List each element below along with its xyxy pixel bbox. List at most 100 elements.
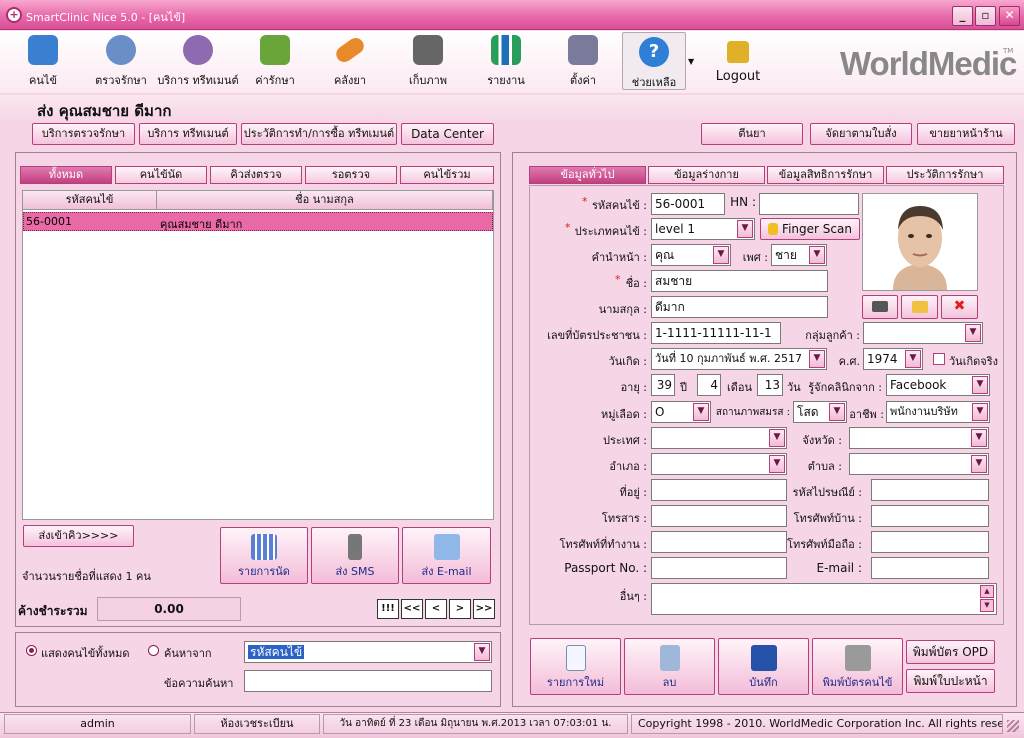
nav-first-button[interactable]: !!!: [377, 599, 399, 619]
tab-combined[interactable]: คนไข้รวม: [400, 166, 494, 184]
counter-sale-button[interactable]: ขายยาหน้าร้าน: [917, 123, 1015, 145]
delete-button[interactable]: ลบ: [624, 638, 715, 695]
save-button[interactable]: บันทึก: [718, 638, 809, 695]
resize-grip-icon[interactable]: [1007, 720, 1019, 732]
nav-last-button[interactable]: >>: [473, 599, 495, 619]
chevron-down-icon[interactable]: ▼: [713, 246, 729, 264]
print-cover-sheet-button[interactable]: พิมพ์ใบปะหน้า: [906, 669, 995, 693]
maximize-button[interactable]: ▫: [975, 6, 996, 26]
treatment-service-button[interactable]: บริการ ทรีทเมนต์: [139, 123, 237, 145]
country-select[interactable]: ▼: [651, 427, 787, 449]
data-center-button[interactable]: Data Center: [401, 123, 494, 145]
subdistrict-select[interactable]: ▼: [849, 453, 989, 475]
tab-queue[interactable]: คิวส่งตรวจ: [210, 166, 302, 184]
search-from-label[interactable]: ค้นหาจาก: [164, 644, 212, 662]
dob-picker[interactable]: วันที่ 10 กุมภาพันธ์ พ.ศ. 2517 ▼: [651, 348, 827, 370]
minimize-button[interactable]: _: [952, 6, 973, 26]
chevron-down-icon[interactable]: ▼: [737, 220, 753, 238]
print-patient-card-button[interactable]: พิมพ์บัตรคนไข้: [812, 638, 903, 695]
fax-input[interactable]: [651, 505, 787, 527]
home-phone-input[interactable]: [871, 505, 989, 527]
province-select[interactable]: ▼: [849, 427, 989, 449]
chevron-down-icon[interactable]: ▼: [809, 350, 825, 368]
prescription-button[interactable]: จัดยาตามใบสั่ง: [810, 123, 912, 145]
chevron-down-icon[interactable]: ▼: [474, 643, 490, 661]
chevron-down-icon[interactable]: ▼: [693, 403, 709, 421]
tab-appointments[interactable]: คนไข้นัด: [115, 166, 207, 184]
address-input[interactable]: [651, 479, 787, 501]
tab-general[interactable]: ข้อมูลทั่วไป: [529, 166, 646, 184]
last-name-input[interactable]: ดีมาก: [651, 296, 828, 318]
show-all-radio[interactable]: [26, 645, 37, 656]
examine-service-button[interactable]: บริการตรวจรักษา: [32, 123, 135, 145]
other-textarea[interactable]: [651, 583, 997, 615]
toolbar-help[interactable]: ? ช่วยเหลือ: [622, 32, 686, 90]
tab-waiting[interactable]: รอตรวจ: [305, 166, 397, 184]
table-row[interactable]: 56-0001 คุณสมชาย ดีมาก: [23, 212, 493, 231]
help-dropdown-icon[interactable]: ▼: [688, 57, 694, 66]
ad-year-select[interactable]: 1974 ▼: [863, 348, 923, 370]
marital-select[interactable]: โสด ▼: [793, 401, 847, 423]
chevron-down-icon[interactable]: ▼: [971, 429, 987, 447]
toolbar-patient[interactable]: คนไข้: [18, 31, 68, 91]
age-months-input[interactable]: 4: [697, 374, 721, 396]
new-record-button[interactable]: รายการใหม่: [530, 638, 621, 695]
first-name-input[interactable]: สมชาย: [651, 270, 828, 292]
chevron-down-icon[interactable]: ▼: [972, 403, 988, 421]
toolbar-fees[interactable]: ค่ารักษา: [245, 31, 305, 91]
sex-select[interactable]: ชาย ▼: [771, 244, 827, 266]
prefix-select[interactable]: คุณ ▼: [651, 244, 731, 266]
column-header-id[interactable]: รหัสคนไข้: [23, 191, 157, 210]
toolbar-photo[interactable]: เก็บภาพ: [398, 31, 458, 91]
blood-select[interactable]: O ▼: [651, 401, 711, 423]
send-email-button[interactable]: ส่ง E-mail: [402, 527, 491, 584]
keyword-input[interactable]: [244, 670, 492, 692]
chevron-down-icon[interactable]: ▼: [971, 455, 987, 473]
career-select[interactable]: พนักงานบริษัท ▼: [886, 401, 990, 423]
customer-group-select[interactable]: ▼: [863, 322, 983, 344]
toolbar-pharmacy[interactable]: คลังยา: [320, 31, 380, 91]
chevron-down-icon[interactable]: ▼: [829, 403, 845, 421]
open-folder-button[interactable]: [901, 295, 938, 319]
search-from-radio[interactable]: [148, 645, 159, 656]
close-button[interactable]: ✕: [999, 6, 1020, 26]
print-opd-card-button[interactable]: พิมพ์บัตร OPD: [906, 640, 995, 664]
work-phone-input[interactable]: [651, 531, 787, 553]
dispense-button[interactable]: ตีนยา: [701, 123, 803, 145]
district-select[interactable]: ▼: [651, 453, 787, 475]
toolbar-logout[interactable]: Logout: [706, 31, 770, 91]
email-input[interactable]: [871, 557, 989, 579]
patient-id-input[interactable]: 56-0001: [651, 193, 725, 215]
id-card-input[interactable]: 1-1111-11111-11-1: [651, 322, 781, 344]
passport-input[interactable]: [651, 557, 787, 579]
scroll-down-icon[interactable]: ▼: [980, 599, 994, 612]
patient-type-select[interactable]: level 1 ▼: [651, 218, 755, 240]
delete-photo-button[interactable]: ✖: [941, 295, 978, 319]
send-queue-button[interactable]: ส่งเข้าคิว>>>>: [23, 525, 134, 547]
chevron-down-icon[interactable]: ▼: [972, 376, 988, 394]
scroll-up-icon[interactable]: ▲: [980, 585, 994, 598]
hn-input[interactable]: [759, 193, 859, 215]
tab-rights[interactable]: ข้อมูลสิทธิการรักษา: [767, 166, 884, 184]
real-dob-label[interactable]: วันเกิดจริง: [949, 352, 998, 370]
postcode-input[interactable]: [871, 479, 989, 501]
age-years-input[interactable]: 39: [651, 374, 675, 396]
nav-fast-back-button[interactable]: <<: [401, 599, 423, 619]
know-clinic-select[interactable]: Facebook ▼: [886, 374, 990, 396]
chevron-down-icon[interactable]: ▼: [965, 324, 981, 342]
nav-next-button[interactable]: >: [449, 599, 471, 619]
chevron-down-icon[interactable]: ▼: [905, 350, 921, 368]
tab-all[interactable]: ทั้งหมด: [20, 166, 112, 184]
real-dob-checkbox[interactable]: [933, 353, 945, 365]
tab-history[interactable]: ประวัติการรักษา: [886, 166, 1004, 184]
show-all-label[interactable]: แสดงคนไข้ทั้งหมด: [41, 644, 130, 662]
toolbar-report[interactable]: รายงาน: [476, 31, 536, 91]
mobile-input[interactable]: [871, 531, 989, 553]
column-header-name[interactable]: ชื่อ นามสกุล: [157, 191, 493, 210]
send-sms-button[interactable]: ส่ง SMS: [311, 527, 399, 584]
finger-scan-button[interactable]: Finger Scan: [760, 218, 860, 240]
chevron-down-icon[interactable]: ▼: [809, 246, 825, 264]
camera-button[interactable]: [862, 295, 898, 319]
treatment-history-button[interactable]: ประวัติการทำ/การซื้อ ทรีทเมนต์: [241, 123, 397, 145]
toolbar-settings[interactable]: ตั้งค่า: [553, 31, 613, 91]
